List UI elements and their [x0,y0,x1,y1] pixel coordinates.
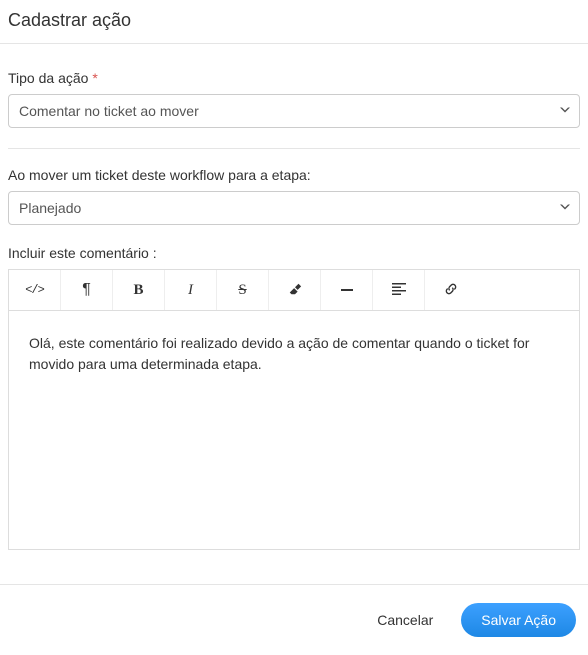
italic-button[interactable]: I [165,270,217,310]
action-type-label-text: Tipo da ação [8,70,88,86]
paragraph-icon: ¶ [82,281,91,299]
footer: Cancelar Salvar Ação [0,584,588,655]
editor-toolbar: </> ¶ B I S [8,269,580,310]
bold-icon: B [133,282,143,299]
action-type-select[interactable]: Comentar no ticket ao mover [8,94,580,128]
comment-editor[interactable]: Olá, este comentário foi realizado devid… [8,310,580,550]
code-view-button[interactable]: </> [9,270,61,310]
eraser-icon [288,282,302,299]
italic-icon: I [188,282,193,299]
bold-button[interactable]: B [113,270,165,310]
page-title: Cadastrar ação [8,10,580,43]
horizontal-rule-button[interactable] [321,270,373,310]
horizontal-rule-icon [341,289,353,291]
link-button[interactable] [425,270,477,310]
clear-formatting-button[interactable] [269,270,321,310]
divider [8,148,580,149]
strikethrough-icon: S [238,282,246,299]
comment-label: Incluir este comentário : [8,245,580,261]
strikethrough-button[interactable]: S [217,270,269,310]
action-type-label: Tipo da ação * [8,70,580,86]
align-button[interactable] [373,270,425,310]
link-icon [444,282,458,299]
save-button[interactable]: Salvar Ação [461,603,576,637]
move-stage-label: Ao mover um ticket deste workflow para a… [8,167,580,183]
code-icon: </> [25,283,44,297]
align-left-icon [392,282,406,299]
paragraph-format-button[interactable]: ¶ [61,270,113,310]
cancel-button[interactable]: Cancelar [373,604,437,636]
move-stage-select[interactable]: Planejado [8,191,580,225]
required-asterisk: * [92,70,97,86]
